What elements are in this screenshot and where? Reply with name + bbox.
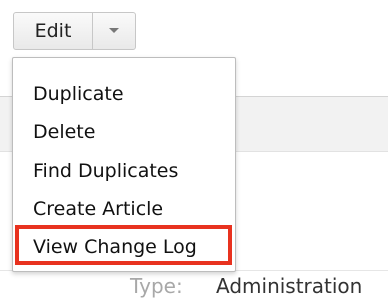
menu-item-find-duplicates[interactable]: Find Duplicates: [33, 159, 178, 183]
menu-item-create-article[interactable]: Create Article: [33, 197, 163, 221]
menu-item-delete[interactable]: Delete: [33, 120, 95, 144]
edit-button[interactable]: Edit: [14, 13, 93, 49]
actions-menu: Duplicate Delete Find Duplicates Create …: [12, 57, 236, 272]
chevron-down-icon: [109, 28, 119, 33]
menu-item-duplicate[interactable]: Duplicate: [33, 82, 124, 106]
type-label: Type:: [130, 274, 183, 298]
actions-dropdown-toggle[interactable]: [93, 13, 135, 49]
menu-item-view-change-log[interactable]: View Change Log: [33, 235, 197, 259]
edit-split-button: Edit: [13, 12, 136, 50]
type-value: Administration: [216, 274, 363, 298]
